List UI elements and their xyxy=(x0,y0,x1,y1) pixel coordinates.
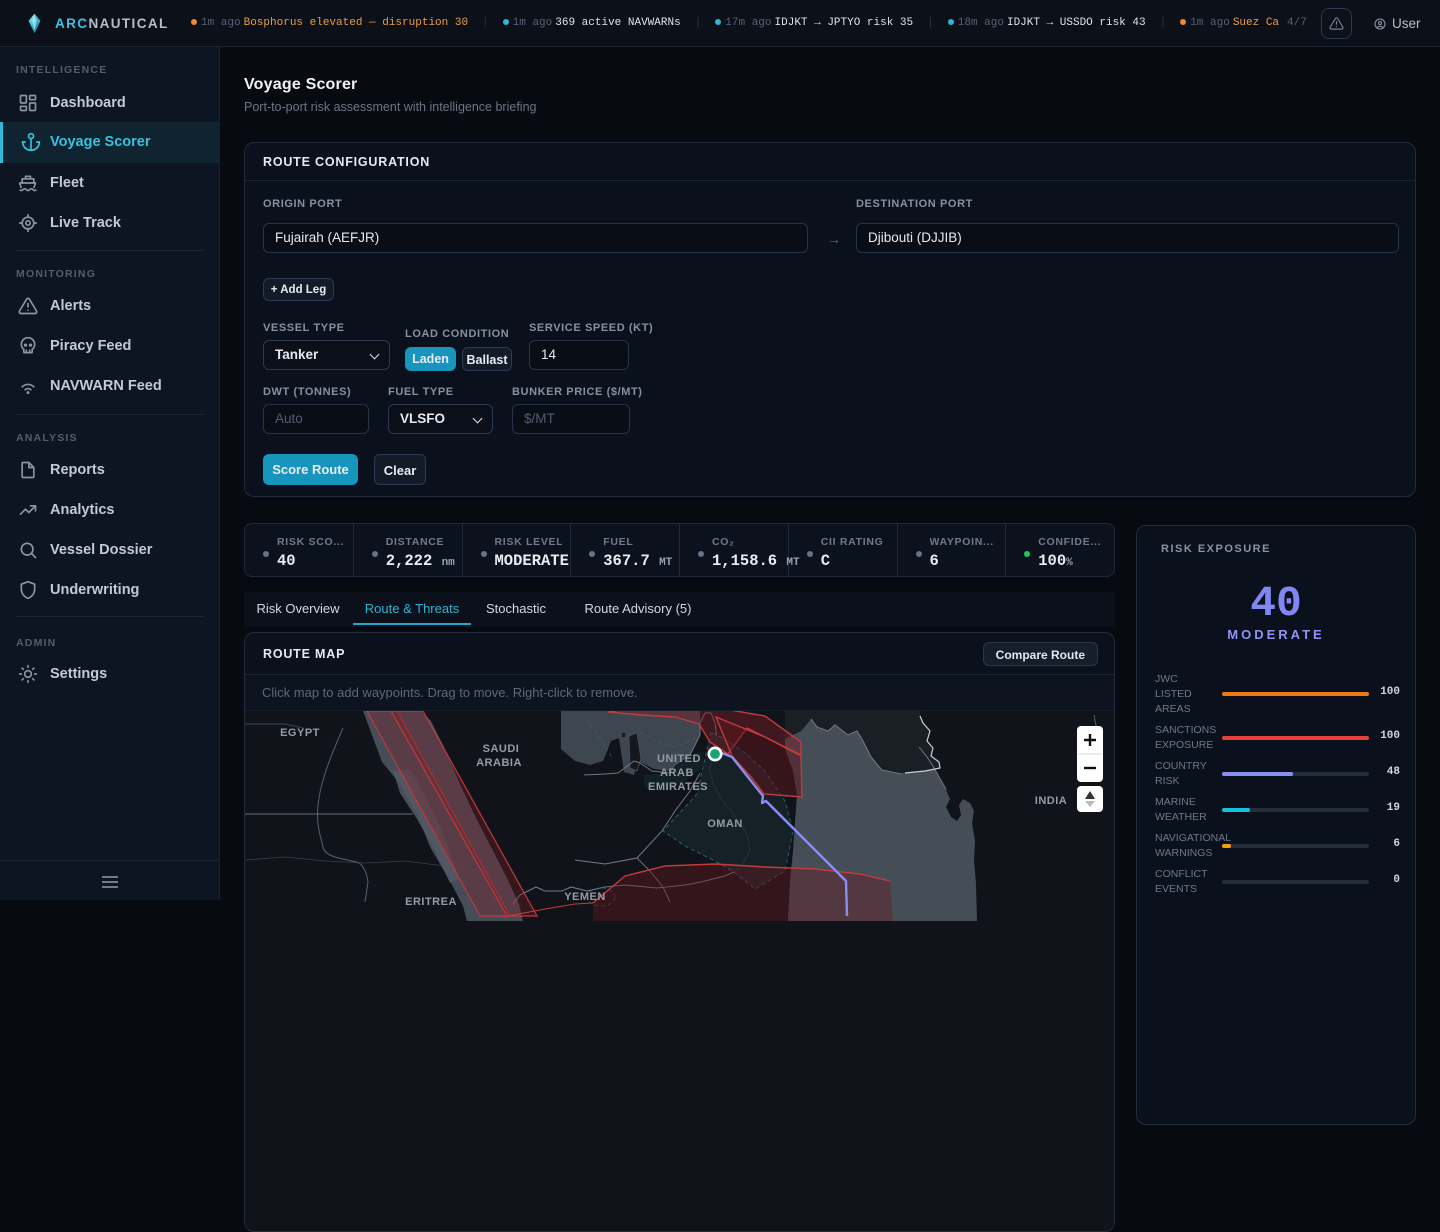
svg-text:UNITED: UNITED xyxy=(657,753,701,765)
svg-text:SAUDI: SAUDI xyxy=(483,743,520,755)
svg-text:ARAB: ARAB xyxy=(660,767,694,779)
svg-text:ARABIA: ARABIA xyxy=(476,757,522,769)
svg-text:YEMEN: YEMEN xyxy=(564,891,606,903)
svg-text:EGYPT: EGYPT xyxy=(280,727,320,739)
svg-text:EMIRATES: EMIRATES xyxy=(648,781,708,793)
svg-text:ERITREA: ERITREA xyxy=(405,896,457,908)
svg-text:INDIA: INDIA xyxy=(1035,795,1067,807)
svg-text:OMAN: OMAN xyxy=(707,818,743,830)
